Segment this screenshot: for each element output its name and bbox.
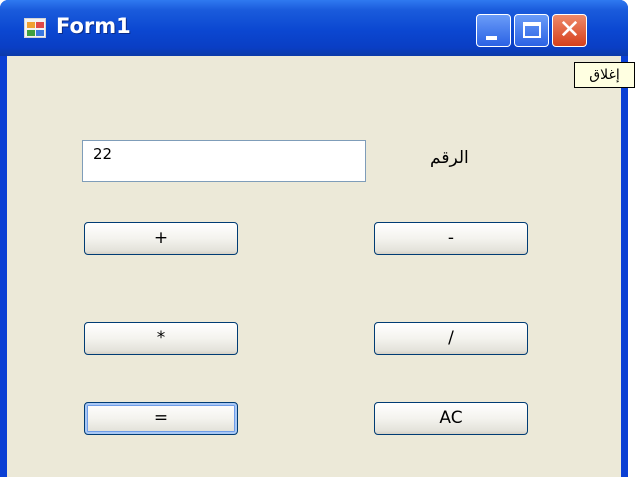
maximize-button[interactable] [514,14,549,47]
app-icon-part [27,22,35,28]
multiply-button[interactable]: * [84,322,238,355]
plus-button[interactable]: + [84,222,238,255]
clear-button[interactable]: AC [374,402,528,435]
minimize-button[interactable] [476,14,511,47]
divide-button[interactable]: / [374,322,528,355]
number-label: الرقم [430,148,469,168]
minus-button[interactable]: - [374,222,528,255]
close-tooltip: إغلاق [574,62,635,88]
title-bar[interactable]: Form1 ✕ [0,0,628,56]
app-icon-part [36,30,44,36]
app-icon-part [27,30,35,36]
maximize-icon [523,22,541,38]
app-icon-part [36,22,44,28]
close-icon: ✕ [558,15,581,45]
equals-button[interactable]: = [84,402,238,435]
minimize-icon [486,36,497,40]
app-icon[interactable] [24,18,46,38]
number-input[interactable]: 22 [82,140,366,182]
window-title: Form1 [56,14,131,38]
close-button[interactable]: ✕ [552,14,587,47]
